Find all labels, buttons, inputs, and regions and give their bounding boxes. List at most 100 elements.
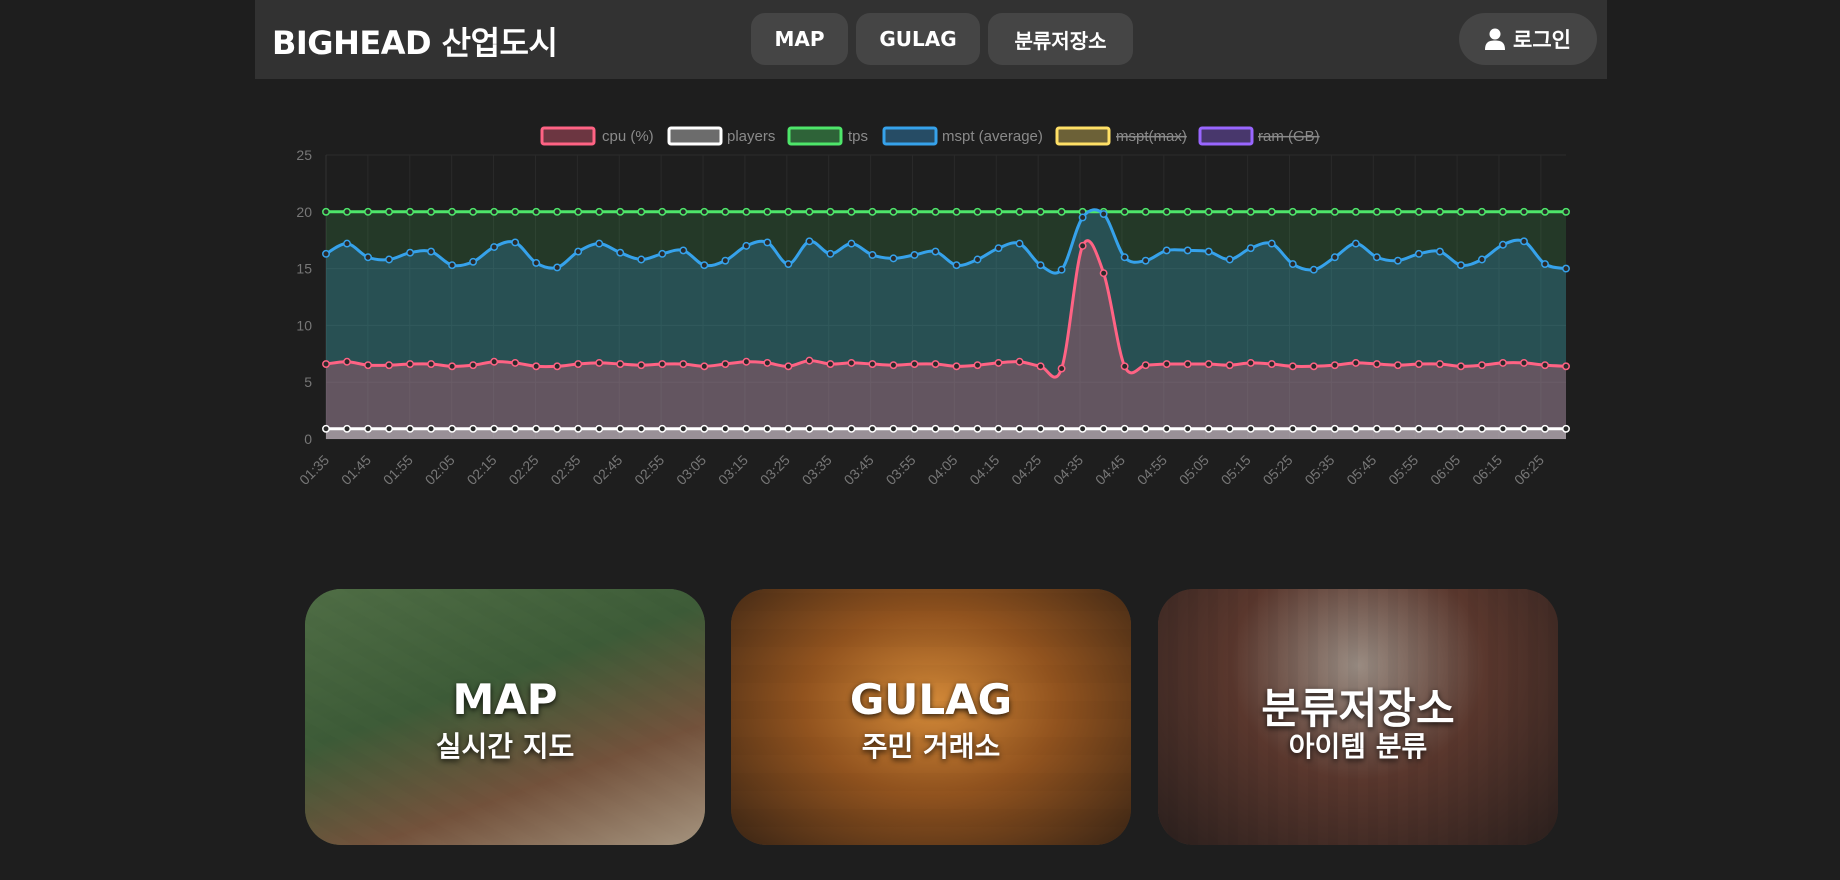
data-point [658, 249, 667, 258]
data-point [1120, 207, 1129, 216]
card-map-title: MAP [452, 675, 558, 724]
data-point [910, 424, 919, 433]
data-point [763, 207, 772, 216]
data-point [1036, 424, 1045, 433]
data-point [1183, 246, 1192, 255]
data-point [511, 358, 520, 367]
data-point [658, 424, 667, 433]
legend-label[interactable]: players [727, 128, 775, 145]
data-point [1015, 424, 1024, 433]
data-point [805, 356, 814, 365]
data-point [1099, 424, 1108, 433]
data-point [595, 207, 604, 216]
data-point [1562, 207, 1570, 216]
x-tick-label: 05:25 [1260, 452, 1296, 488]
data-point [1330, 253, 1339, 262]
y-tick-label: 25 [296, 147, 312, 163]
data-point [574, 207, 583, 216]
data-point [889, 254, 898, 263]
data-point [469, 257, 478, 266]
y-tick-label: 5 [304, 374, 312, 390]
data-point [931, 424, 940, 433]
data-point [910, 251, 919, 259]
data-point [742, 207, 751, 216]
legend-swatch [1198, 126, 1254, 146]
data-point [616, 360, 625, 368]
data-point [784, 260, 793, 269]
data-point [406, 207, 415, 216]
x-tick-label: 05:45 [1343, 452, 1379, 488]
data-point [700, 207, 709, 216]
data-point [1520, 207, 1528, 216]
x-tick-label: 05:55 [1385, 452, 1421, 488]
card-storage[interactable]: 분류저장소 아이템 분류 [1158, 589, 1558, 845]
x-tick-label: 04:55 [1134, 452, 1170, 488]
data-point [1015, 357, 1024, 366]
data-point [427, 424, 436, 433]
x-tick-label: 05:35 [1301, 452, 1337, 488]
legend-label[interactable]: mspt(max) [1116, 128, 1187, 145]
data-point [931, 247, 940, 256]
data-point [973, 255, 982, 264]
data-point [1162, 424, 1171, 433]
data-point [1414, 360, 1423, 368]
data-point [1330, 207, 1339, 216]
data-point [1435, 247, 1444, 256]
card-gulag[interactable]: GULAG 주민 거래소 [731, 589, 1131, 845]
x-tick-label: 01:45 [338, 452, 374, 488]
data-point [1099, 210, 1108, 219]
data-point [490, 424, 499, 433]
data-point [1225, 207, 1234, 216]
data-point [700, 362, 709, 371]
data-point [973, 424, 982, 433]
x-tick-label: 03:25 [757, 452, 793, 488]
data-point [931, 360, 940, 368]
data-point [385, 207, 394, 216]
data-point [1204, 424, 1213, 433]
legend-label[interactable]: mspt (average) [942, 128, 1043, 145]
legend-label[interactable]: cpu (%) [602, 128, 654, 145]
data-point [343, 207, 351, 216]
data-point [553, 362, 562, 371]
data-point [364, 424, 372, 433]
data-point [1456, 424, 1465, 433]
data-point [721, 207, 730, 216]
data-point [1057, 207, 1066, 216]
data-point [322, 360, 330, 368]
legend-label[interactable]: tps [848, 128, 868, 145]
legend-label[interactable]: ram (GB) [1258, 128, 1320, 145]
data-point [679, 360, 688, 368]
data-point [763, 358, 772, 367]
data-point [448, 362, 457, 371]
data-point [1351, 207, 1360, 216]
data-point [1288, 207, 1297, 216]
data-point [469, 424, 478, 433]
data-point [1141, 361, 1150, 370]
data-point [406, 360, 415, 368]
data-point [553, 207, 562, 216]
x-tick-label: 02:05 [422, 452, 458, 488]
data-point [490, 207, 499, 216]
data-point [847, 239, 856, 248]
data-point [1057, 424, 1066, 433]
server-stats-chart: 0 5 10 15 20 25 01:35 01:45 01:55 02:05 02:15 02:25… [0, 0, 1840, 560]
data-point [1414, 249, 1423, 258]
data-point [1541, 207, 1549, 216]
data-point [532, 424, 541, 433]
data-point [511, 424, 520, 433]
data-point [1309, 362, 1318, 371]
data-point [994, 358, 1003, 367]
card-map[interactable]: MAP 실시간 지도 [305, 589, 705, 845]
data-point [1267, 360, 1276, 368]
data-point [1477, 424, 1486, 433]
legend-swatch [1055, 126, 1111, 146]
x-tick-label: 03:15 [715, 452, 751, 488]
data-point [1372, 253, 1381, 262]
data-point [952, 424, 961, 433]
data-point [805, 237, 814, 246]
data-point [532, 207, 541, 216]
x-tick-label: 06:05 [1427, 452, 1463, 488]
x-tick-label: 02:55 [631, 452, 667, 488]
data-point [1351, 424, 1360, 433]
data-point [532, 258, 541, 267]
